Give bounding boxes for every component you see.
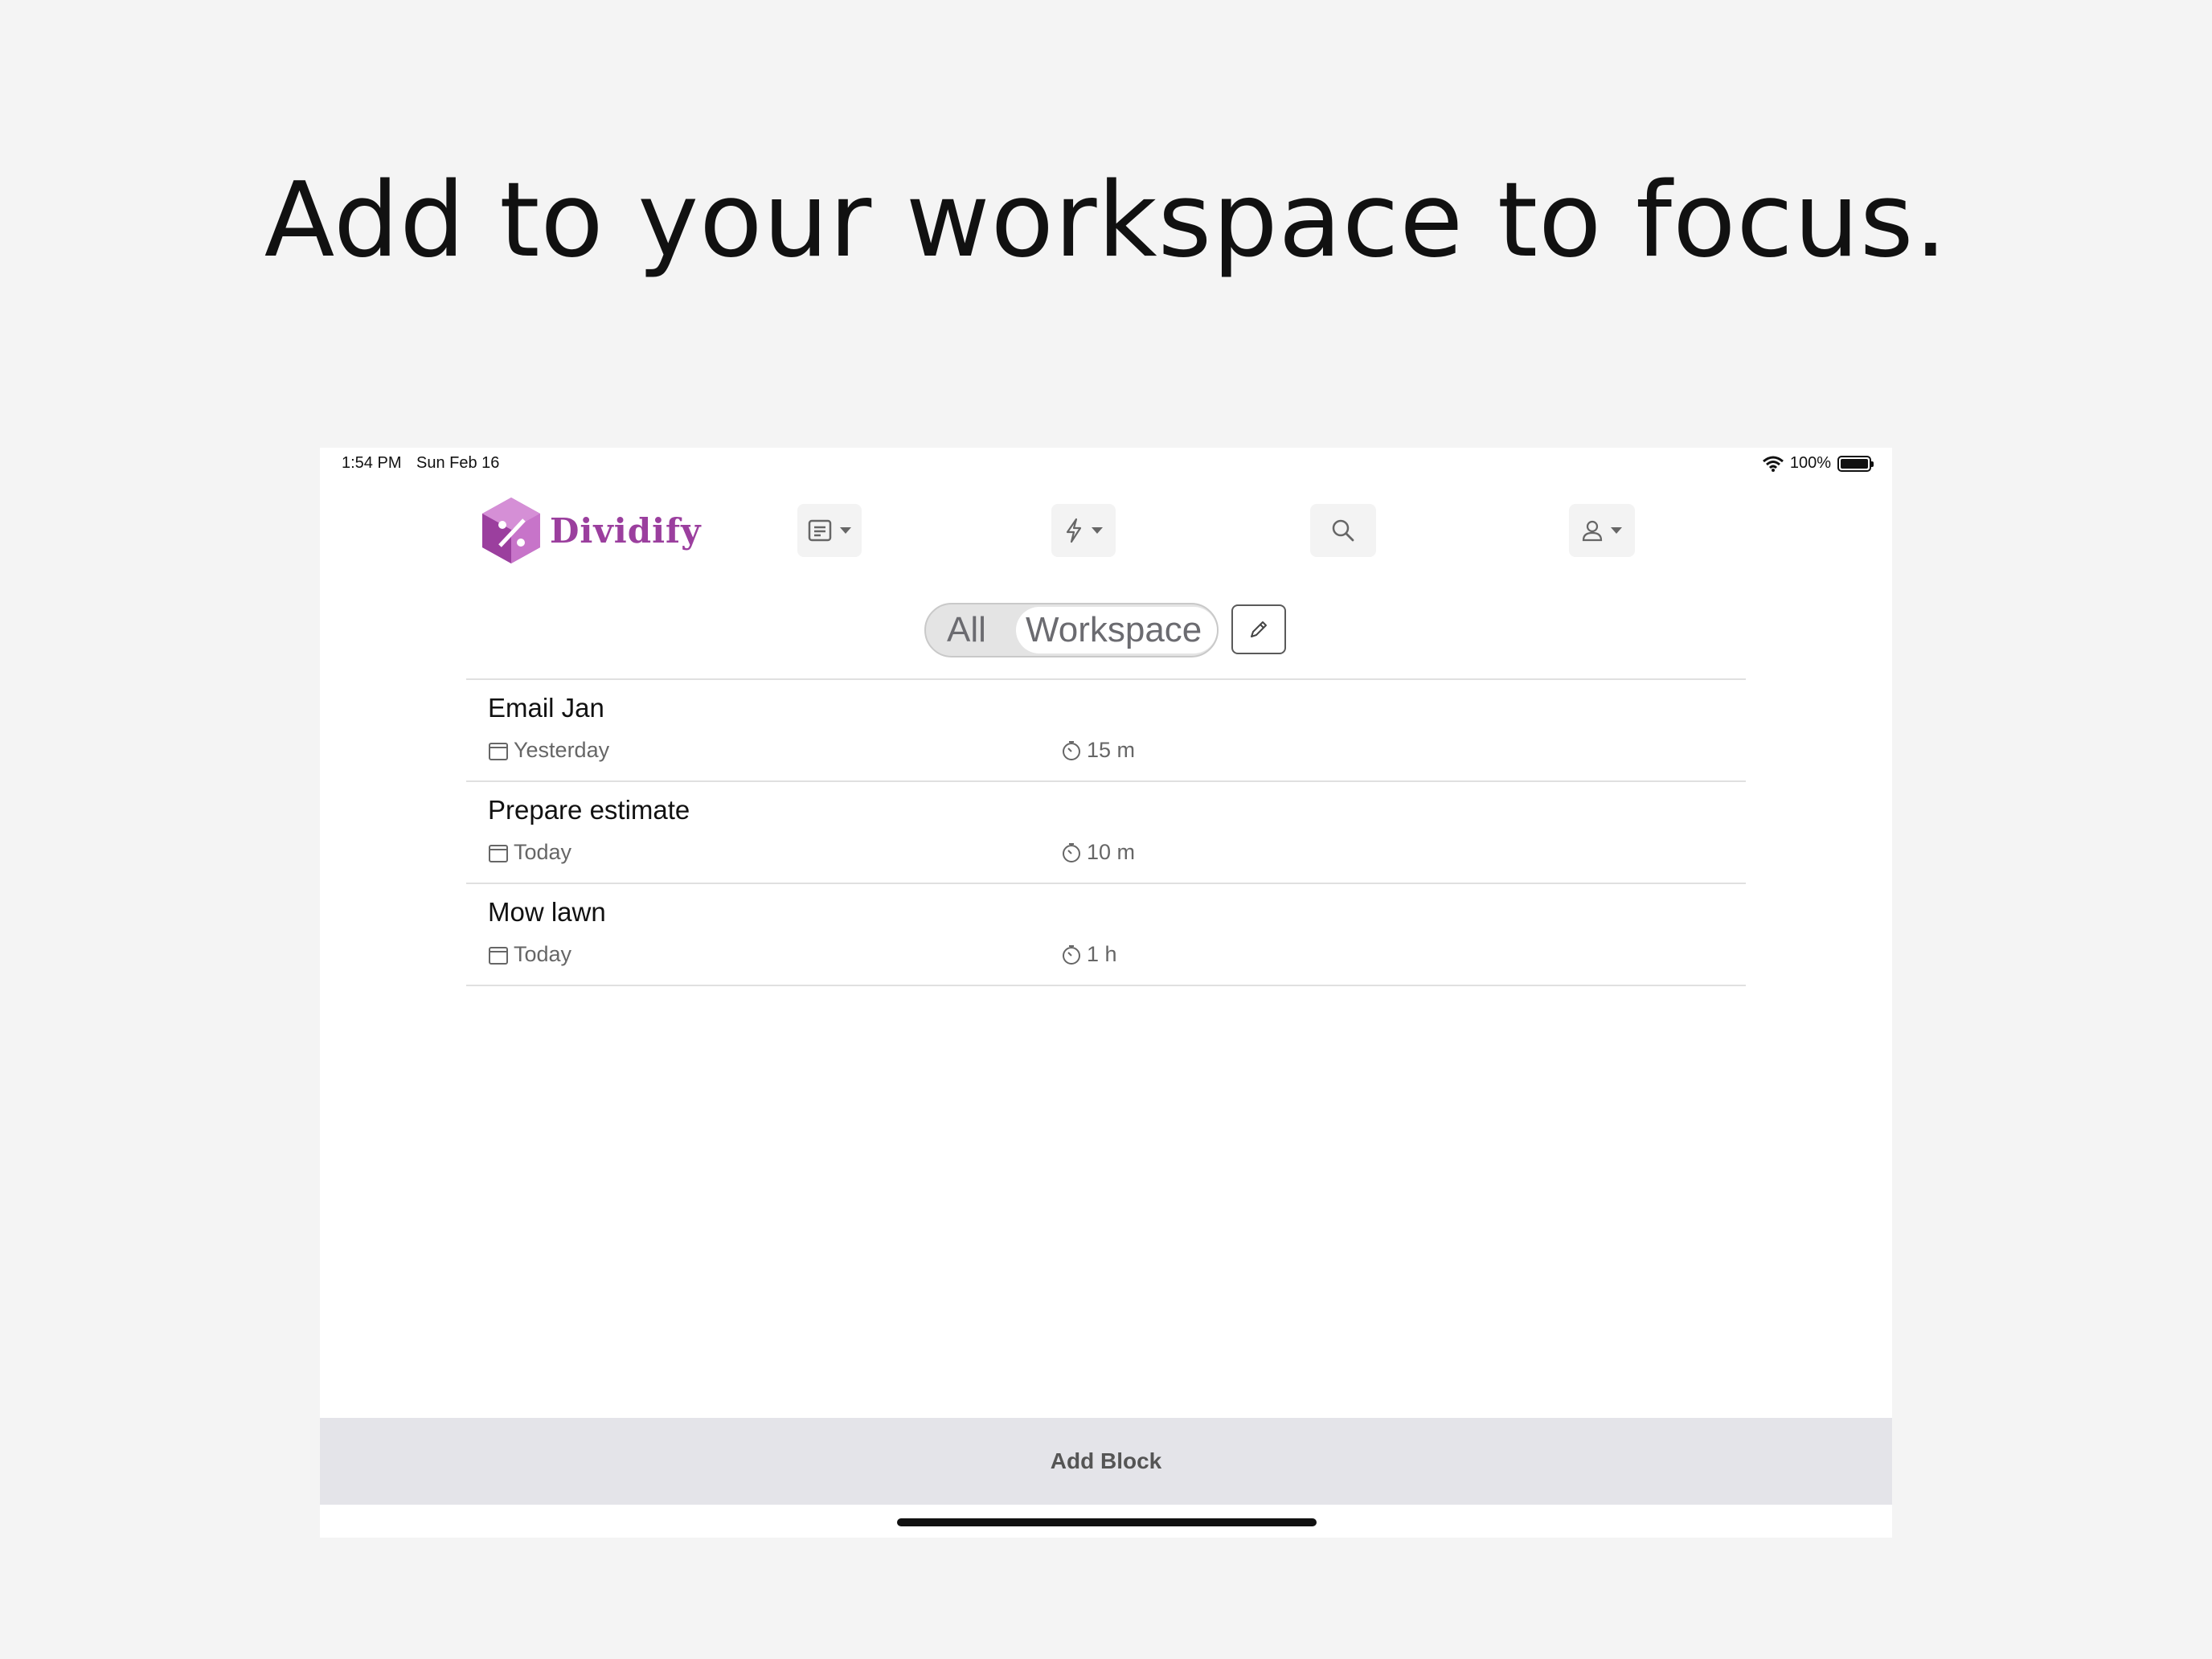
status-time: 1:54 PM	[342, 454, 402, 472]
calendar-icon	[489, 742, 508, 760]
task-title: Mow lawn	[488, 897, 606, 927]
dividify-logo-icon	[482, 498, 540, 563]
task-date: Yesterday	[488, 738, 609, 763]
task-title: Email Jan	[488, 693, 604, 723]
task-date-label: Today	[514, 840, 572, 864]
task-duration-label: 1 h	[1087, 942, 1117, 966]
edit-button[interactable]	[1231, 604, 1286, 654]
task-date: Today	[488, 840, 571, 865]
segment-workspace[interactable]: Workspace	[1016, 607, 1217, 653]
task-date-label: Yesterday	[514, 738, 610, 762]
stopwatch-icon	[1063, 740, 1080, 760]
chevron-down-icon	[840, 527, 851, 534]
task-duration-label: 10 m	[1087, 840, 1136, 864]
task-date-label: Today	[514, 942, 572, 966]
battery-icon	[1837, 455, 1874, 472]
stopwatch-icon	[1063, 842, 1080, 862]
task-list: Email Jan Yesterday 15 m Prepare estimat…	[466, 678, 1746, 986]
calendar-icon	[489, 844, 508, 862]
notes-icon	[808, 519, 832, 542]
actions-menu-button[interactable]	[1051, 504, 1116, 557]
task-date: Today	[488, 942, 571, 967]
view-filter-segmented: All Workspace	[924, 603, 1219, 657]
task-duration-label: 15 m	[1087, 738, 1136, 762]
status-indicators: 100%	[1762, 454, 1874, 473]
task-duration: 10 m	[1061, 840, 1135, 865]
task-title: Prepare estimate	[488, 795, 690, 825]
calendar-icon	[489, 946, 508, 965]
app-logo[interactable]: Dividify	[481, 496, 702, 565]
segment-all[interactable]: All	[947, 610, 986, 650]
chevron-down-icon	[1092, 527, 1103, 534]
chevron-down-icon	[1611, 527, 1622, 534]
battery-percent: 100%	[1789, 454, 1831, 472]
page-headline: Add to your workspace to focus.	[264, 161, 1948, 281]
task-row[interactable]: Prepare estimate Today 10 m	[466, 782, 1746, 884]
lightning-icon	[1066, 518, 1082, 543]
status-date: Sun Feb 16	[416, 454, 500, 472]
pencil-icon	[1251, 621, 1267, 637]
search-button[interactable]	[1310, 504, 1376, 557]
stopwatch-icon	[1063, 944, 1080, 965]
task-row[interactable]: Mow lawn Today 1 h	[466, 884, 1746, 986]
task-duration: 15 m	[1061, 738, 1135, 763]
search-icon	[1332, 519, 1354, 542]
home-indicator[interactable]	[897, 1518, 1317, 1526]
user-icon	[1582, 520, 1603, 542]
notes-menu-button[interactable]	[797, 504, 862, 557]
task-row[interactable]: Email Jan Yesterday 15 m	[466, 680, 1746, 782]
logo-wordmark: Dividify	[550, 510, 702, 551]
task-duration: 1 h	[1061, 942, 1117, 967]
status-bar: 1:54 PM Sun Feb 16 100%	[320, 448, 1892, 480]
wifi-icon	[1762, 456, 1784, 472]
user-menu-button[interactable]	[1569, 504, 1635, 557]
ipad-screen: 1:54 PM Sun Feb 16 100% Dividify All Wor…	[320, 448, 1892, 1538]
add-block-button[interactable]: Add Block	[320, 1418, 1892, 1505]
